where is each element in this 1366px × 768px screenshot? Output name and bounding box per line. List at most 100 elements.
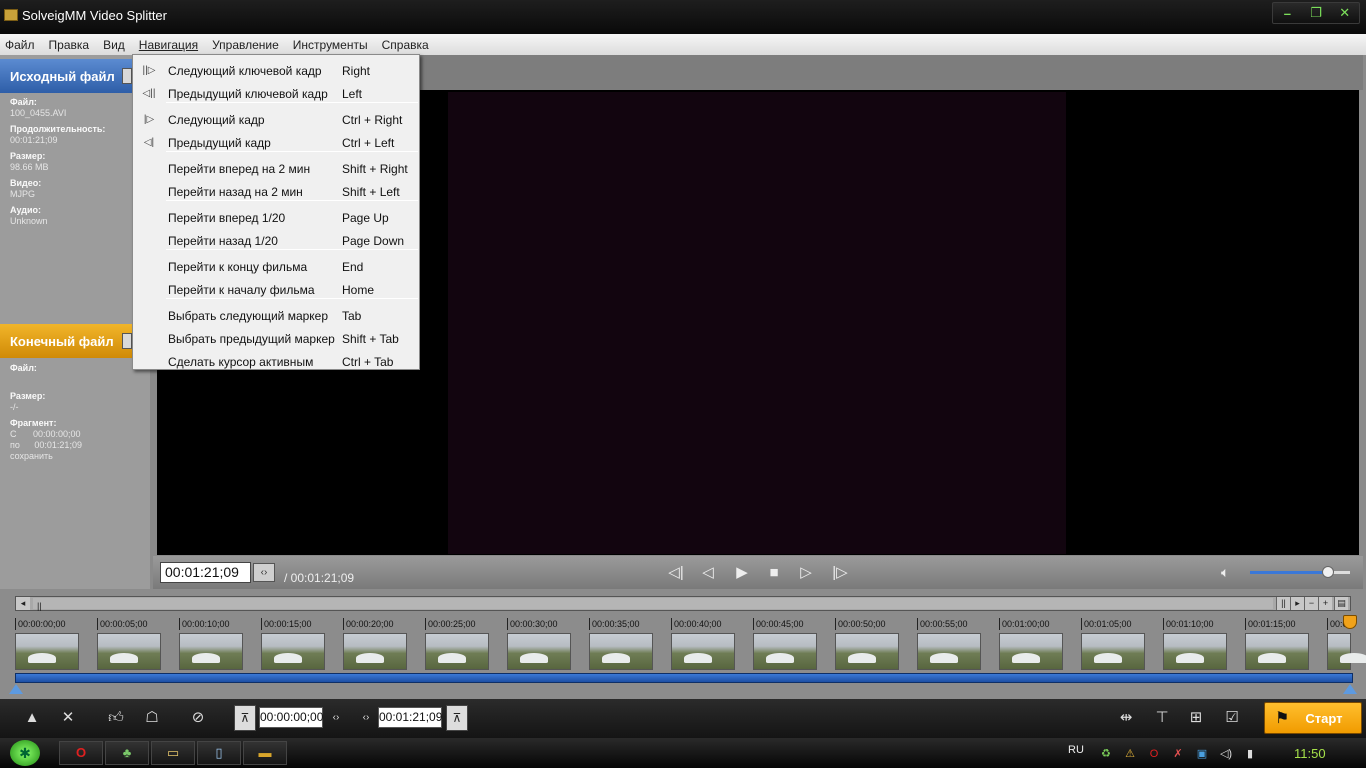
film-view-icon[interactable]: ▤ [1334, 597, 1348, 610]
tray-battery-icon[interactable]: ▮ [1242, 746, 1258, 762]
nav-menu-item-shortcut: Page Up [342, 211, 389, 225]
select-fragment-button[interactable]: 👍︎ [104, 707, 128, 729]
nav-menu-item[interactable]: Выбрать следующий маркер Tab [135, 305, 417, 327]
nav-menu-item[interactable]: Перейти вперед на 2 мин Shift + Right [135, 158, 417, 180]
current-time-field[interactable]: 00:01:21;09 [160, 562, 251, 583]
clock[interactable]: 11:50 [1294, 746, 1326, 761]
nav-menu-item-shortcut: Shift + Left [342, 185, 400, 199]
scroll-left-button[interactable]: ◂ [16, 597, 30, 610]
set-end-button[interactable]: ⊼ [446, 705, 468, 731]
close-button[interactable]: ✕ [1330, 3, 1359, 23]
start-menu-icon[interactable]: ✱ [10, 740, 40, 766]
nav-menu-item-shortcut: Ctrl + Left [342, 136, 395, 150]
menu-file[interactable]: Файл [5, 38, 35, 52]
menu-view[interactable]: Вид [103, 38, 125, 52]
next-keyframe-button[interactable]: |▷ [828, 562, 852, 584]
thumbnail-scene [1258, 653, 1286, 663]
maximize-button[interactable]: ❐ [1302, 3, 1331, 23]
end-time-stepper[interactable]: ‹› [357, 708, 375, 727]
tray-opera-icon[interactable]: O [1146, 746, 1162, 762]
timeline-thumbnails[interactable] [15, 633, 1366, 670]
start-button[interactable]: ⚑ Старт [1264, 702, 1362, 734]
volume-icon[interactable]: 🔈︎ [1221, 564, 1229, 581]
play-button[interactable]: ▶ [730, 562, 754, 584]
timeline-thumbnail [917, 633, 981, 670]
time-stepper-button[interactable]: ‹› [253, 563, 275, 582]
app-title: SolveigMM Video Splitter [22, 8, 167, 23]
end-marker[interactable] [1343, 684, 1357, 694]
minimize-button[interactable]: – [1273, 3, 1302, 23]
menu-navigation[interactable]: Навигация [139, 38, 198, 52]
source-file-header[interactable]: Исходный файл [0, 59, 150, 93]
tray-warning-icon[interactable]: ⚠ [1122, 746, 1138, 762]
nav-menu-item-label: Выбрать предыдущий маркер [168, 332, 335, 346]
timeline-scrollbar[interactable]: ◂ || || ▸ − + ▤ [15, 596, 1351, 611]
prev-keyframe-button[interactable]: ◁| [664, 562, 688, 584]
timeline-tick-label: 00:01:00;00 [999, 618, 1050, 630]
taskbar-video-splitter[interactable]: ▬ [243, 741, 287, 765]
tray-network-icon[interactable]: ♻ [1098, 746, 1114, 762]
taskbar-app-2[interactable]: ♣ [105, 741, 149, 765]
save-file-icon[interactable] [122, 333, 132, 349]
fragment-bar[interactable] [15, 673, 1353, 683]
timeline-tick-label: 00:01:05;00 [1081, 618, 1132, 630]
prev-frame-button[interactable]: ◁ [696, 562, 720, 584]
start-marker[interactable] [9, 684, 23, 694]
fragment-to-label: по [10, 440, 20, 450]
start-time-stepper[interactable]: ‹› [327, 708, 345, 727]
stop-button[interactable]: ■ [762, 562, 786, 584]
source-file-info: Файл: 100_0455.AVI Продолжительность: 00… [10, 97, 105, 227]
end-time-field[interactable]: 00:01:21;09 [378, 707, 442, 728]
delete-marker-button[interactable]: ✕ [56, 707, 80, 729]
nav-menu-item[interactable]: ||▷ Следующий ключевой кадр Right [135, 60, 417, 82]
taskbar-app-4[interactable]: ▯ [197, 741, 241, 765]
thumbnail-scene [1340, 653, 1366, 663]
nav-menu-item[interactable]: |▷ Следующий кадр Ctrl + Right [135, 109, 417, 131]
start-time-field[interactable]: 00:00:00;00 [259, 707, 323, 728]
taskbar-explorer[interactable]: ▭ [151, 741, 195, 765]
nav-menu-item[interactable]: Выбрать предыдущий маркер Shift + Tab [135, 328, 417, 350]
app-logo-icon [4, 9, 18, 21]
volume-slider-handle[interactable] [1322, 566, 1334, 578]
split-mode-button[interactable]: ⊤ [1150, 707, 1174, 729]
taskbar-opera[interactable]: O [59, 741, 103, 765]
nav-menu-item-shortcut: Page Down [342, 234, 405, 248]
scroll-grip-icon: || [37, 601, 42, 611]
timeline-cursor-marker[interactable] [1343, 615, 1357, 629]
tray-flag-icon[interactable]: ✗ [1170, 746, 1186, 762]
nav-menu-item-label: Перейти к концу фильма [168, 260, 308, 274]
output-file-header[interactable]: Конечный файл [0, 324, 150, 358]
tray-app-icon[interactable]: ▣ [1194, 746, 1210, 762]
save-options-button[interactable]: ☑ [1220, 707, 1244, 729]
timeline-tick-label: 00:00:25;00 [425, 618, 476, 630]
thumbnail-scene [1094, 653, 1122, 663]
open-file-icon[interactable] [122, 68, 132, 84]
duration-value: 00:01:21;09 [10, 135, 58, 145]
scroll-right-button[interactable]: ▸ [1290, 597, 1304, 610]
nav-menu-item[interactable]: Сделать курсор активным Ctrl + Tab [135, 351, 417, 373]
timeline-tick-label: 00:00:50;00 [835, 618, 886, 630]
language-indicator[interactable]: RU [1068, 744, 1084, 756]
scroll-thumb[interactable]: || [33, 598, 1273, 611]
tray-volume-icon[interactable]: ◁) [1218, 746, 1234, 762]
set-start-button[interactable]: ⊼ [234, 705, 256, 731]
fit-timeline-button[interactable]: ⇹ [1114, 707, 1138, 729]
add-marker-button[interactable]: ▲ [20, 707, 44, 729]
menu-control[interactable]: Управление [212, 38, 279, 52]
deselect-fragment-button[interactable]: ☖ [140, 707, 164, 729]
invert-selection-button[interactable]: ⊘ [186, 707, 210, 729]
audio-label: Аудио: [10, 205, 42, 215]
menu-edit[interactable]: Правка [49, 38, 90, 52]
nav-menu-item[interactable]: Перейти к концу фильма End [135, 256, 417, 278]
file-value: 100_0455.AVI [10, 108, 67, 118]
volume-slider[interactable] [1250, 571, 1350, 574]
zoom-out-icon[interactable]: − [1304, 597, 1318, 610]
menu-help[interactable]: Справка [382, 38, 429, 52]
next-frame-button[interactable]: ▷ [794, 562, 818, 584]
zoom-in-icon[interactable]: + [1318, 597, 1332, 610]
video-label: Видео: [10, 178, 42, 188]
menu-tools[interactable]: Инструменты [293, 38, 368, 52]
batch-mode-button[interactable]: ⊞ [1184, 707, 1208, 729]
video-splitter-icon: ▬ [258, 745, 272, 760]
nav-menu-item[interactable]: Перейти вперед 1/20 Page Up [135, 207, 417, 229]
